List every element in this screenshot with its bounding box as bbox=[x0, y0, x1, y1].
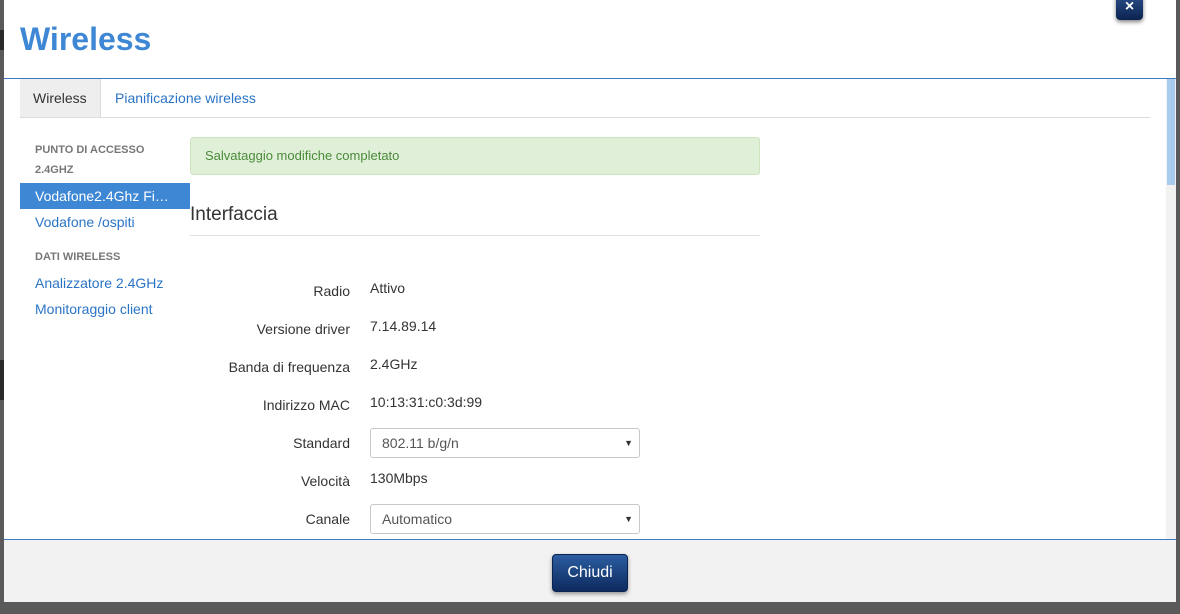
standard-select-value: 802.11 b/g/n bbox=[382, 435, 459, 451]
field-label-standard: Standard bbox=[293, 435, 350, 451]
tab-pianificazione-wireless[interactable]: Pianificazione wireless bbox=[102, 79, 269, 117]
sidebar-heading-access-point: PUNTO DI ACCESSO bbox=[35, 144, 145, 156]
close-icon[interactable]: × bbox=[1116, 0, 1143, 20]
sidebar-item-vodafone-ospiti[interactable]: Vodafone /ospiti bbox=[20, 209, 190, 235]
section-divider bbox=[190, 235, 760, 236]
tab-bar: Wireless Pianificazione wireless bbox=[20, 79, 1150, 118]
field-label-driver-version: Versione driver bbox=[256, 321, 350, 337]
sidebar-item-monitoraggio-client[interactable]: Monitoraggio client bbox=[20, 296, 190, 322]
tab-wireless[interactable]: Wireless bbox=[20, 79, 101, 117]
success-alert: Salvataggio modifiche completato bbox=[190, 137, 760, 175]
sidebar-heading-access-point-band: 2.4GHZ bbox=[35, 164, 74, 176]
modal-body: Wireless Pianificazione wireless PUNTO D… bbox=[4, 79, 1176, 539]
field-label-mac-address: Indirizzo MAC bbox=[262, 397, 350, 413]
field-value-frequency-band: 2.4GHz bbox=[370, 356, 418, 372]
field-label-frequency-band: Banda di frequenza bbox=[228, 359, 350, 375]
field-label-channel: Canale bbox=[305, 511, 350, 527]
section-title: Interfaccia bbox=[190, 204, 278, 225]
chevron-down-icon: ▼ bbox=[624, 438, 633, 448]
field-value-speed: 130Mbps bbox=[370, 470, 428, 486]
wireless-modal: Wireless Wireless Pianificazione wireles… bbox=[4, 0, 1176, 602]
standard-select[interactable]: 802.11 b/g/n ▼ bbox=[370, 428, 640, 458]
modal-title: Wireless bbox=[20, 21, 152, 57]
scrollbar-thumb[interactable] bbox=[1167, 79, 1175, 185]
modal-footer: Chiudi bbox=[4, 540, 1176, 602]
field-value-radio: Attivo bbox=[370, 280, 406, 296]
sidebar-heading-wireless-data: DATI WIRELESS bbox=[35, 251, 121, 263]
channel-select[interactable]: Automatico ▼ bbox=[370, 504, 640, 534]
field-label-radio: Radio bbox=[313, 283, 350, 299]
close-modal-button[interactable]: Chiudi bbox=[552, 554, 628, 592]
scrollbar[interactable] bbox=[1166, 79, 1176, 539]
field-value-mac-address: 10:13:31:c0:3d:99 bbox=[370, 394, 483, 410]
channel-select-value: Automatico bbox=[382, 511, 453, 527]
field-label-speed: Velocità bbox=[300, 473, 350, 489]
sidebar-item-vodafone-24ghz[interactable]: Vodafone2.4Ghz Fi… bbox=[20, 183, 190, 209]
field-value-driver-version: 7.14.89.14 bbox=[370, 318, 437, 334]
chevron-down-icon: ▼ bbox=[624, 514, 633, 524]
